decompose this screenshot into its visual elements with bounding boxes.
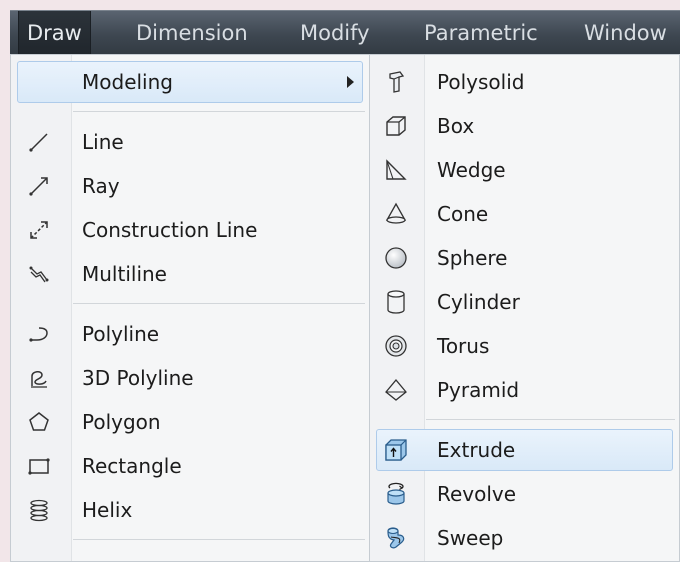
- helix-icon: [24, 495, 54, 525]
- construction-line-icon: [24, 215, 54, 245]
- menu-item-label: Torus: [437, 334, 490, 358]
- pyramid-icon: [381, 375, 411, 405]
- menu-bar: Draw Dimension Modify Parametric Window: [10, 10, 680, 55]
- menu-item-line[interactable]: Line: [17, 121, 363, 163]
- 3d-polyline-icon: [24, 363, 54, 393]
- menu-separator: [426, 419, 675, 420]
- menu-item-ray[interactable]: Ray: [17, 165, 363, 207]
- menu-item-construction-line[interactable]: Construction Line: [17, 209, 363, 251]
- wedge-icon: [381, 155, 411, 185]
- menu-item-label: Cylinder: [437, 290, 520, 314]
- menu-item-label: Ray: [82, 174, 120, 198]
- submenu-arrow-icon: [347, 76, 354, 88]
- menu-item-3d-polyline[interactable]: 3D Polyline: [17, 357, 363, 399]
- cone-icon: [381, 199, 411, 229]
- menu-draw[interactable]: Draw: [18, 11, 91, 55]
- menu-item-box[interactable]: Box: [376, 105, 673, 147]
- revolve-icon: [381, 479, 411, 509]
- menu-item-label: Modeling: [82, 70, 173, 94]
- menu-item-label: Extrude: [437, 438, 516, 462]
- menu-dimension[interactable]: Dimension: [128, 11, 256, 55]
- sphere-icon: [381, 243, 411, 273]
- menu-item-pyramid[interactable]: Pyramid: [376, 369, 673, 411]
- draw-menu: Modeling Line Ray Construction Line Mult…: [10, 54, 370, 562]
- menu-item-cone[interactable]: Cone: [376, 193, 673, 235]
- polyline-icon: [24, 319, 54, 349]
- menu-item-label: Polygon: [82, 410, 161, 434]
- menu-item-label: Rectangle: [82, 454, 182, 478]
- menu-item-label: Box: [437, 114, 475, 138]
- menu-window[interactable]: Window: [576, 11, 675, 55]
- menu-item-sphere[interactable]: Sphere: [376, 237, 673, 279]
- menu-item-modeling[interactable]: Modeling: [17, 61, 363, 103]
- menu-item-label: Wedge: [437, 158, 506, 182]
- menu-item-label: Sphere: [437, 246, 508, 270]
- menu-item-polygon[interactable]: Polygon: [17, 401, 363, 443]
- modeling-submenu: Polysolid Box Wedge Cone Sphere Cylinder: [369, 54, 680, 562]
- menu-item-multiline[interactable]: Multiline: [17, 253, 363, 295]
- menu-item-label: Polysolid: [437, 70, 525, 94]
- menu-item-label: Helix: [82, 498, 133, 522]
- menu-item-helix[interactable]: Helix: [17, 489, 363, 531]
- menu-item-label: Sweep: [437, 526, 504, 550]
- menu-item-polysolid[interactable]: Polysolid: [376, 61, 673, 103]
- menu-item-label: Line: [82, 130, 124, 154]
- menu-item-label: Revolve: [437, 482, 517, 506]
- box-icon: [381, 111, 411, 141]
- menu-item-torus[interactable]: Torus: [376, 325, 673, 367]
- menu-separator: [73, 111, 365, 112]
- menu-item-label: Multiline: [82, 262, 167, 286]
- menu-item-label: Construction Line: [82, 218, 258, 242]
- polysolid-icon: [381, 67, 411, 97]
- polygon-icon: [24, 407, 54, 437]
- menu-item-polyline[interactable]: Polyline: [17, 313, 363, 355]
- menu-item-sweep[interactable]: Sweep: [376, 517, 673, 559]
- rectangle-icon: [24, 451, 54, 481]
- menu-parametric[interactable]: Parametric: [416, 11, 546, 55]
- menu-item-label: Pyramid: [437, 378, 520, 402]
- multiline-icon: [24, 259, 54, 289]
- ray-icon: [24, 171, 54, 201]
- cylinder-icon: [381, 287, 411, 317]
- menu-item-label: Cone: [437, 202, 489, 226]
- torus-icon: [381, 331, 411, 361]
- menu-item-rectangle[interactable]: Rectangle: [17, 445, 363, 487]
- menu-modify[interactable]: Modify: [292, 11, 378, 55]
- sweep-icon: [381, 523, 411, 553]
- menu-item-label: Polyline: [82, 322, 160, 346]
- menu-separator: [73, 303, 365, 304]
- menu-item-extrude[interactable]: Extrude: [376, 429, 673, 471]
- menu-separator: [73, 539, 365, 540]
- menu-item-cylinder[interactable]: Cylinder: [376, 281, 673, 323]
- line-icon: [24, 127, 54, 157]
- menu-item-wedge[interactable]: Wedge: [376, 149, 673, 191]
- menu-item-label: 3D Polyline: [82, 366, 194, 390]
- extrude-icon: [381, 435, 411, 465]
- menu-item-revolve[interactable]: Revolve: [376, 473, 673, 515]
